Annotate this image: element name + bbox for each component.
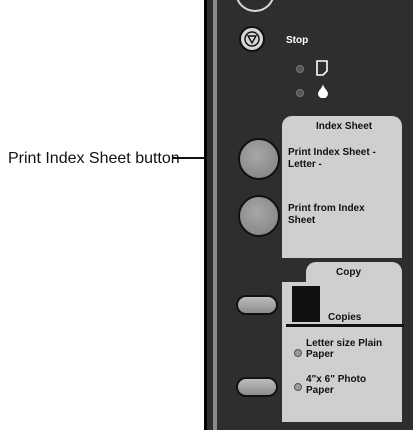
print-index-sheet-button[interactable] bbox=[238, 138, 280, 180]
print-index-sheet-label: Print Index Sheet - Letter - bbox=[288, 147, 376, 170]
copy-title: Copy bbox=[336, 267, 361, 278]
index-sheet-title: Index Sheet bbox=[316, 121, 373, 132]
photo-paper-light bbox=[294, 383, 302, 391]
ink-status-light bbox=[296, 89, 304, 97]
stop-icon bbox=[244, 31, 260, 47]
paper-type-button[interactable] bbox=[236, 377, 278, 397]
paper-status-light bbox=[296, 65, 304, 73]
photo-paper-label: 4"x 6" Photo Paper bbox=[306, 374, 367, 396]
copy-divider bbox=[286, 324, 404, 327]
print-from-index-sheet-button[interactable] bbox=[238, 195, 280, 237]
paper-icon bbox=[316, 60, 328, 76]
letter-plain-paper-label: Letter size Plain Paper bbox=[306, 338, 383, 360]
callout-label: Print Index Sheet button bbox=[8, 150, 180, 167]
copies-button[interactable] bbox=[236, 295, 278, 315]
letter-plain-paper-light bbox=[294, 349, 302, 357]
panel-edge-stripe bbox=[213, 0, 217, 430]
stop-button[interactable] bbox=[239, 26, 265, 52]
print-from-index-sheet-label: Print from Index Sheet bbox=[288, 203, 365, 226]
copies-label: Copies bbox=[328, 312, 362, 323]
stop-label: Stop bbox=[286, 35, 309, 46]
copies-display bbox=[292, 286, 320, 322]
ink-drop-icon bbox=[318, 84, 328, 98]
